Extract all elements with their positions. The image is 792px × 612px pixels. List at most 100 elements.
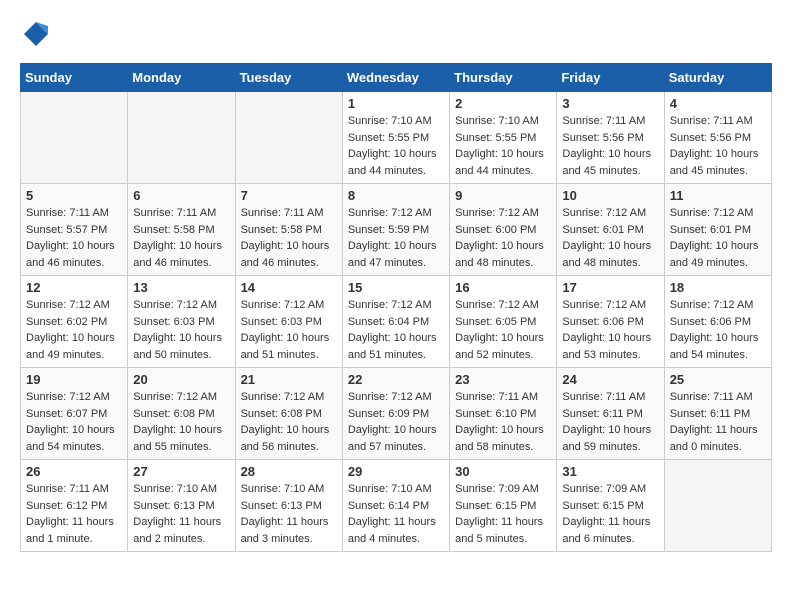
calendar-cell: 8 Sunrise: 7:12 AMSunset: 5:59 PMDayligh… bbox=[342, 184, 449, 276]
cell-content: Sunrise: 7:12 AMSunset: 6:06 PMDaylight:… bbox=[670, 299, 759, 361]
day-number: 11 bbox=[670, 188, 766, 203]
calendar-cell: 2 Sunrise: 7:10 AMSunset: 5:55 PMDayligh… bbox=[450, 92, 557, 184]
day-number: 25 bbox=[670, 372, 766, 387]
calendar-cell: 24 Sunrise: 7:11 AMSunset: 6:11 PMDaylig… bbox=[557, 368, 664, 460]
calendar-cell: 27 Sunrise: 7:10 AMSunset: 6:13 PMDaylig… bbox=[128, 460, 235, 552]
calendar-cell: 14 Sunrise: 7:12 AMSunset: 6:03 PMDaylig… bbox=[235, 276, 342, 368]
calendar-cell: 23 Sunrise: 7:11 AMSunset: 6:10 PMDaylig… bbox=[450, 368, 557, 460]
calendar-cell: 28 Sunrise: 7:10 AMSunset: 6:13 PMDaylig… bbox=[235, 460, 342, 552]
cell-content: Sunrise: 7:09 AMSunset: 6:15 PMDaylight:… bbox=[562, 483, 650, 545]
day-number: 13 bbox=[133, 280, 229, 295]
col-header-tuesday: Tuesday bbox=[235, 64, 342, 92]
cell-content: Sunrise: 7:12 AMSunset: 6:08 PMDaylight:… bbox=[133, 391, 222, 453]
calendar-cell: 16 Sunrise: 7:12 AMSunset: 6:05 PMDaylig… bbox=[450, 276, 557, 368]
day-number: 29 bbox=[348, 464, 444, 479]
day-number: 28 bbox=[241, 464, 337, 479]
calendar-week-row: 12 Sunrise: 7:12 AMSunset: 6:02 PMDaylig… bbox=[21, 276, 772, 368]
day-number: 16 bbox=[455, 280, 551, 295]
cell-content: Sunrise: 7:12 AMSunset: 6:09 PMDaylight:… bbox=[348, 391, 437, 453]
calendar-cell: 5 Sunrise: 7:11 AMSunset: 5:57 PMDayligh… bbox=[21, 184, 128, 276]
calendar-body: 1 Sunrise: 7:10 AMSunset: 5:55 PMDayligh… bbox=[21, 92, 772, 552]
page-header bbox=[20, 20, 772, 53]
day-number: 31 bbox=[562, 464, 658, 479]
day-number: 19 bbox=[26, 372, 122, 387]
calendar-cell bbox=[664, 460, 771, 552]
cell-content: Sunrise: 7:10 AMSunset: 6:14 PMDaylight:… bbox=[348, 483, 436, 545]
calendar-cell: 31 Sunrise: 7:09 AMSunset: 6:15 PMDaylig… bbox=[557, 460, 664, 552]
cell-content: Sunrise: 7:11 AMSunset: 5:57 PMDaylight:… bbox=[26, 207, 115, 269]
calendar-cell: 30 Sunrise: 7:09 AMSunset: 6:15 PMDaylig… bbox=[450, 460, 557, 552]
cell-content: Sunrise: 7:11 AMSunset: 6:10 PMDaylight:… bbox=[455, 391, 544, 453]
calendar-cell: 12 Sunrise: 7:12 AMSunset: 6:02 PMDaylig… bbox=[21, 276, 128, 368]
day-number: 12 bbox=[26, 280, 122, 295]
cell-content: Sunrise: 7:11 AMSunset: 5:56 PMDaylight:… bbox=[562, 115, 651, 177]
day-number: 26 bbox=[26, 464, 122, 479]
day-number: 23 bbox=[455, 372, 551, 387]
calendar-cell: 7 Sunrise: 7:11 AMSunset: 5:58 PMDayligh… bbox=[235, 184, 342, 276]
day-number: 18 bbox=[670, 280, 766, 295]
day-number: 9 bbox=[455, 188, 551, 203]
calendar-cell: 3 Sunrise: 7:11 AMSunset: 5:56 PMDayligh… bbox=[557, 92, 664, 184]
calendar-cell: 1 Sunrise: 7:10 AMSunset: 5:55 PMDayligh… bbox=[342, 92, 449, 184]
day-number: 22 bbox=[348, 372, 444, 387]
calendar-header-row: SundayMondayTuesdayWednesdayThursdayFrid… bbox=[21, 64, 772, 92]
logo-text bbox=[20, 20, 50, 53]
day-number: 5 bbox=[26, 188, 122, 203]
calendar-cell: 4 Sunrise: 7:11 AMSunset: 5:56 PMDayligh… bbox=[664, 92, 771, 184]
calendar-week-row: 1 Sunrise: 7:10 AMSunset: 5:55 PMDayligh… bbox=[21, 92, 772, 184]
cell-content: Sunrise: 7:11 AMSunset: 5:58 PMDaylight:… bbox=[133, 207, 222, 269]
col-header-thursday: Thursday bbox=[450, 64, 557, 92]
cell-content: Sunrise: 7:11 AMSunset: 5:56 PMDaylight:… bbox=[670, 115, 759, 177]
calendar-cell: 13 Sunrise: 7:12 AMSunset: 6:03 PMDaylig… bbox=[128, 276, 235, 368]
col-header-friday: Friday bbox=[557, 64, 664, 92]
logo-icon bbox=[22, 20, 50, 48]
calendar-week-row: 26 Sunrise: 7:11 AMSunset: 6:12 PMDaylig… bbox=[21, 460, 772, 552]
calendar-cell bbox=[21, 92, 128, 184]
day-number: 20 bbox=[133, 372, 229, 387]
calendar-cell: 21 Sunrise: 7:12 AMSunset: 6:08 PMDaylig… bbox=[235, 368, 342, 460]
calendar-cell: 25 Sunrise: 7:11 AMSunset: 6:11 PMDaylig… bbox=[664, 368, 771, 460]
col-header-sunday: Sunday bbox=[21, 64, 128, 92]
calendar-table: SundayMondayTuesdayWednesdayThursdayFrid… bbox=[20, 63, 772, 552]
calendar-week-row: 5 Sunrise: 7:11 AMSunset: 5:57 PMDayligh… bbox=[21, 184, 772, 276]
day-number: 17 bbox=[562, 280, 658, 295]
cell-content: Sunrise: 7:10 AMSunset: 6:13 PMDaylight:… bbox=[241, 483, 329, 545]
calendar-week-row: 19 Sunrise: 7:12 AMSunset: 6:07 PMDaylig… bbox=[21, 368, 772, 460]
col-header-monday: Monday bbox=[128, 64, 235, 92]
cell-content: Sunrise: 7:11 AMSunset: 6:12 PMDaylight:… bbox=[26, 483, 114, 545]
cell-content: Sunrise: 7:12 AMSunset: 5:59 PMDaylight:… bbox=[348, 207, 437, 269]
calendar-cell: 15 Sunrise: 7:12 AMSunset: 6:04 PMDaylig… bbox=[342, 276, 449, 368]
col-header-saturday: Saturday bbox=[664, 64, 771, 92]
cell-content: Sunrise: 7:10 AMSunset: 6:13 PMDaylight:… bbox=[133, 483, 221, 545]
calendar-cell: 9 Sunrise: 7:12 AMSunset: 6:00 PMDayligh… bbox=[450, 184, 557, 276]
cell-content: Sunrise: 7:09 AMSunset: 6:15 PMDaylight:… bbox=[455, 483, 543, 545]
day-number: 14 bbox=[241, 280, 337, 295]
calendar-cell: 10 Sunrise: 7:12 AMSunset: 6:01 PMDaylig… bbox=[557, 184, 664, 276]
cell-content: Sunrise: 7:12 AMSunset: 6:03 PMDaylight:… bbox=[133, 299, 222, 361]
cell-content: Sunrise: 7:12 AMSunset: 6:03 PMDaylight:… bbox=[241, 299, 330, 361]
cell-content: Sunrise: 7:12 AMSunset: 6:01 PMDaylight:… bbox=[670, 207, 759, 269]
day-number: 6 bbox=[133, 188, 229, 203]
calendar-cell: 19 Sunrise: 7:12 AMSunset: 6:07 PMDaylig… bbox=[21, 368, 128, 460]
cell-content: Sunrise: 7:12 AMSunset: 6:00 PMDaylight:… bbox=[455, 207, 544, 269]
cell-content: Sunrise: 7:10 AMSunset: 5:55 PMDaylight:… bbox=[348, 115, 437, 177]
day-number: 24 bbox=[562, 372, 658, 387]
day-number: 7 bbox=[241, 188, 337, 203]
logo bbox=[20, 20, 50, 53]
day-number: 8 bbox=[348, 188, 444, 203]
col-header-wednesday: Wednesday bbox=[342, 64, 449, 92]
calendar-cell: 26 Sunrise: 7:11 AMSunset: 6:12 PMDaylig… bbox=[21, 460, 128, 552]
calendar-cell bbox=[235, 92, 342, 184]
calendar-cell bbox=[128, 92, 235, 184]
calendar-cell: 6 Sunrise: 7:11 AMSunset: 5:58 PMDayligh… bbox=[128, 184, 235, 276]
day-number: 30 bbox=[455, 464, 551, 479]
day-number: 4 bbox=[670, 96, 766, 111]
day-number: 10 bbox=[562, 188, 658, 203]
day-number: 3 bbox=[562, 96, 658, 111]
calendar-cell: 11 Sunrise: 7:12 AMSunset: 6:01 PMDaylig… bbox=[664, 184, 771, 276]
cell-content: Sunrise: 7:12 AMSunset: 6:08 PMDaylight:… bbox=[241, 391, 330, 453]
cell-content: Sunrise: 7:12 AMSunset: 6:02 PMDaylight:… bbox=[26, 299, 115, 361]
calendar-cell: 29 Sunrise: 7:10 AMSunset: 6:14 PMDaylig… bbox=[342, 460, 449, 552]
day-number: 27 bbox=[133, 464, 229, 479]
cell-content: Sunrise: 7:12 AMSunset: 6:07 PMDaylight:… bbox=[26, 391, 115, 453]
